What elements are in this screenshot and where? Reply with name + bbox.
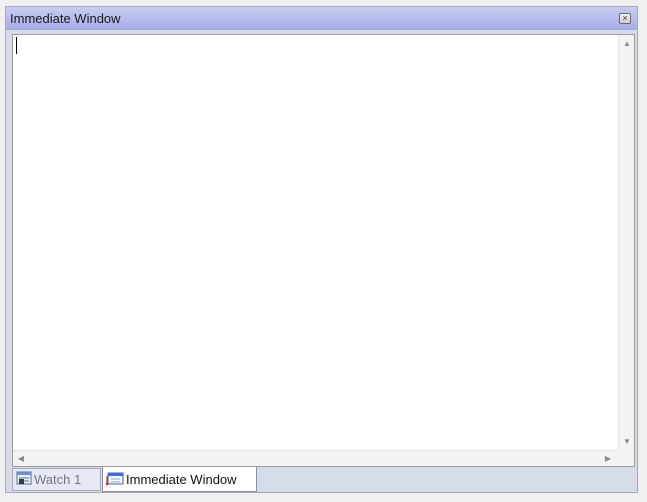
title-bar[interactable]: Immediate Window × xyxy=(6,7,637,30)
close-button[interactable]: × xyxy=(619,13,631,24)
tab-watch-1[interactable]: Watch 1 xyxy=(12,468,101,491)
immediate-window-panel: Immediate Window × ▲ ▼ ◀ ▶ Watch 1 Immed… xyxy=(5,6,638,493)
text-caret xyxy=(16,37,17,54)
immediate-input-area[interactable]: ▲ ▼ ◀ ▶ xyxy=(12,34,635,467)
tab-immediate-window[interactable]: Immediate Window xyxy=(102,467,257,492)
tab-label: Watch 1 xyxy=(34,472,82,487)
scroll-up-icon[interactable]: ▲ xyxy=(619,40,635,48)
watch-window-icon xyxy=(16,470,32,489)
scroll-down-icon[interactable]: ▼ xyxy=(619,438,635,446)
tab-label: Immediate Window xyxy=(126,471,237,487)
vertical-scrollbar[interactable]: ▲ ▼ xyxy=(618,35,634,450)
horizontal-scrollbar[interactable]: ◀ ▶ xyxy=(13,450,618,466)
scroll-left-icon[interactable]: ◀ xyxy=(13,455,29,463)
tab-strip: Watch 1 Immediate Window xyxy=(12,467,633,492)
scrollbar-corner xyxy=(618,450,634,466)
window-title: Immediate Window xyxy=(10,11,121,26)
immediate-window-icon xyxy=(105,470,124,489)
scroll-right-icon[interactable]: ▶ xyxy=(600,455,616,463)
close-icon: × xyxy=(622,13,628,23)
